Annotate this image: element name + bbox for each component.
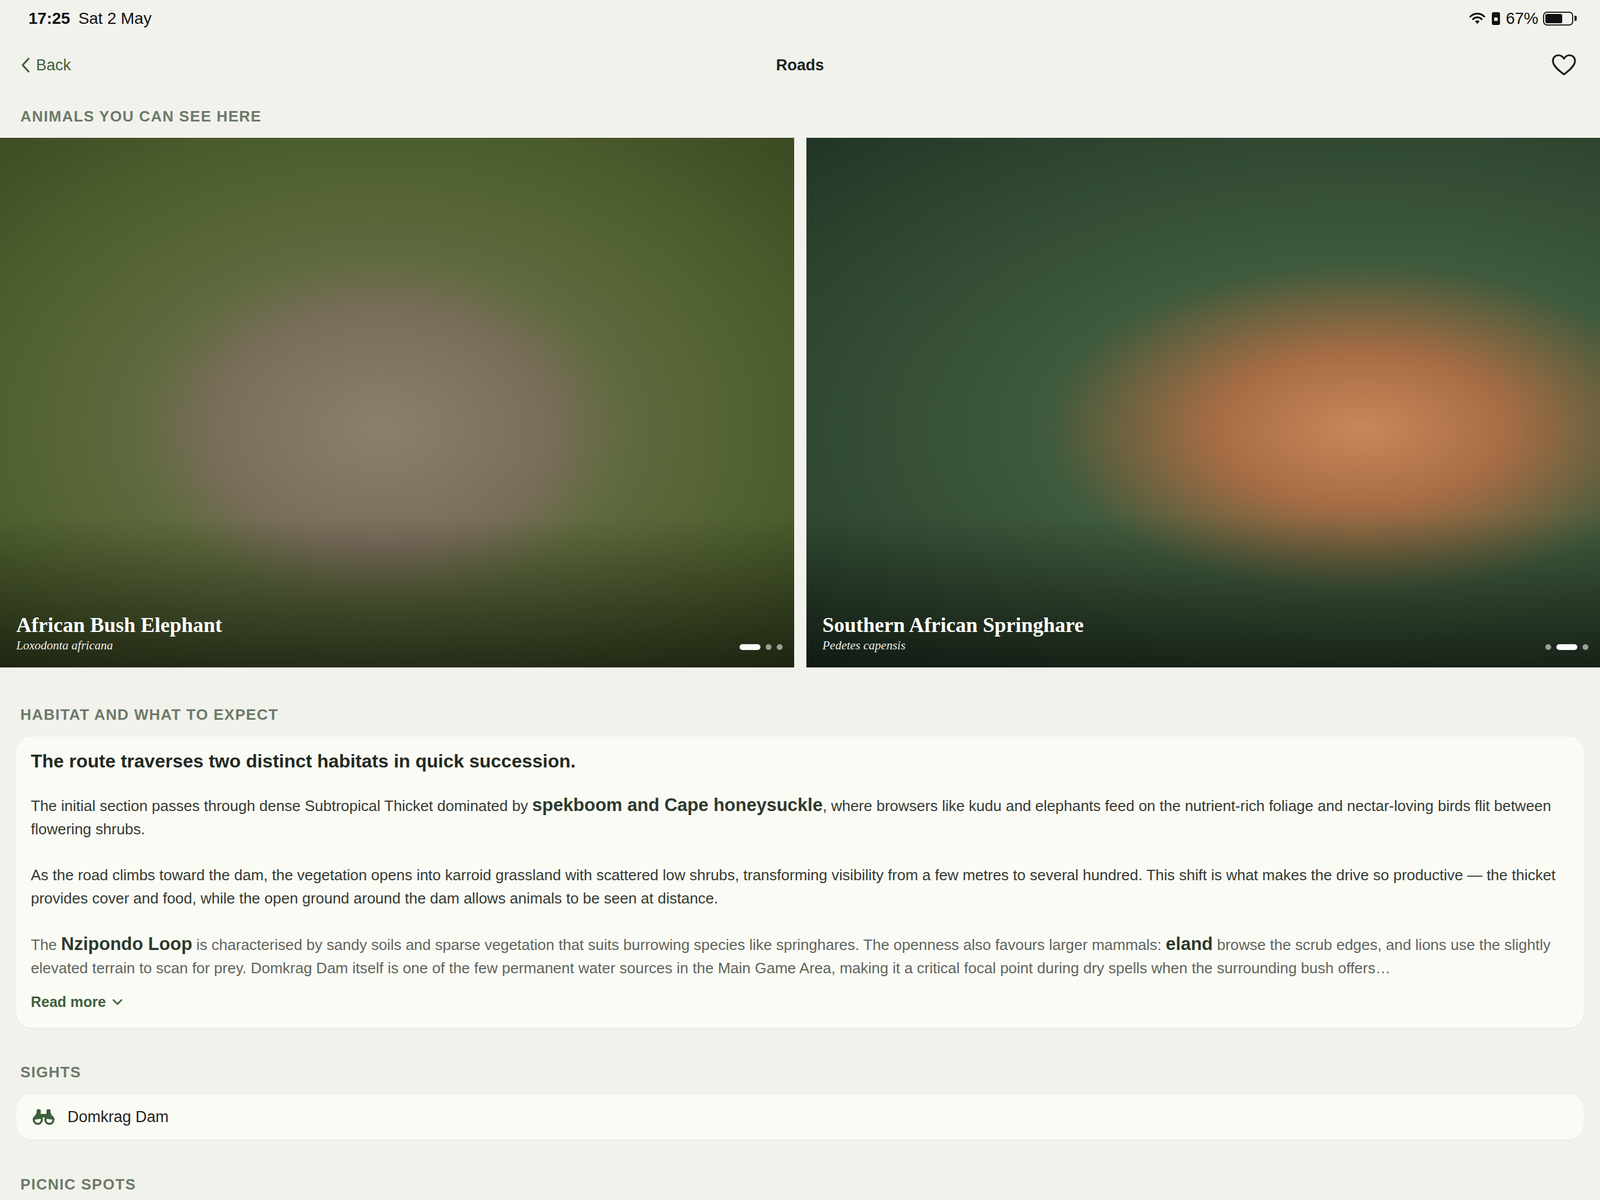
- animal-caption: Southern African SpringharePedetes capen…: [822, 613, 1084, 654]
- animal-name: African Bush Elephant: [16, 613, 223, 638]
- paragraph-text: The: [30, 936, 62, 954]
- page-dots: [1545, 644, 1589, 650]
- section-header: HABITAT AND WHAT TO EXPECT: [0, 667, 1600, 737]
- orientation-lock-icon: [1490, 11, 1502, 26]
- paragraph-text: spekboom and Cape honeysuckle: [531, 794, 823, 816]
- habitat-paragraph: The initial section passes through dense…: [30, 793, 1568, 841]
- page-dot[interactable]: [1582, 644, 1589, 650]
- sight-row[interactable]: Domkrag Dam: [16, 1094, 1584, 1140]
- battery-percent: 67%: [1505, 6, 1539, 31]
- animal-latin-name: Loxodonta africana: [16, 637, 223, 654]
- wifi-icon: [1468, 11, 1487, 26]
- paragraph-text: is characterised by sandy soils and spar…: [192, 936, 1166, 954]
- paragraph-text: eland: [1165, 933, 1213, 955]
- page-dot[interactable]: [776, 644, 783, 650]
- page-title: Roads: [776, 53, 825, 78]
- back-label[interactable]: Back: [36, 53, 71, 78]
- nav-bar: Back Roads: [0, 36, 1600, 94]
- page-dots: [739, 644, 783, 650]
- page-dot[interactable]: [1545, 644, 1552, 650]
- read-more-button[interactable]: Read more: [30, 991, 1568, 1014]
- back-button[interactable]: Back: [20, 53, 71, 78]
- habitat-paragraph: The Nzipondo Loop is characterised by sa…: [30, 932, 1568, 980]
- page-dot[interactable]: [739, 644, 761, 650]
- favorite-button[interactable]: [1551, 53, 1577, 77]
- binoculars-icon: [32, 1108, 55, 1126]
- battery-fill: [1545, 13, 1563, 24]
- status-right: 67%: [1468, 6, 1577, 31]
- battery-track: [1543, 11, 1574, 26]
- chevron-left-icon: [20, 56, 31, 74]
- paragraph-text: The initial section passes through dense…: [30, 797, 532, 815]
- status-date: Sat 2 May: [78, 6, 152, 31]
- paragraph-text: Nzipondo Loop: [61, 933, 193, 955]
- status-time: 17:25: [28, 6, 71, 31]
- section-header: ANIMALS YOU CAN SEE HERE: [0, 93, 1600, 138]
- page-dot[interactable]: [765, 644, 772, 650]
- sight-label[interactable]: Domkrag Dam: [67, 1105, 169, 1130]
- chevron-down-icon: [111, 997, 124, 1006]
- animal-latin-name: Pedetes capensis: [822, 637, 1084, 654]
- habitat-paragraph: As the road climbs toward the dam, the v…: [30, 863, 1568, 910]
- heart-icon: [1551, 53, 1577, 77]
- animal-caption: African Bush ElephantLoxodonta africana: [16, 613, 223, 654]
- section-header: SIGHTS: [0, 1027, 1600, 1095]
- battery-icon: [1543, 11, 1577, 26]
- habitat-card: The route traverses two distinct habitat…: [16, 736, 1584, 1028]
- paragraph-text: As the road climbs toward the dam, the v…: [30, 866, 1556, 907]
- animal-name: Southern African Springhare: [822, 613, 1084, 638]
- page-dot[interactable]: [1556, 644, 1578, 650]
- habitat-title: The route traverses two distinct habitat…: [30, 749, 1568, 774]
- animal-card[interactable]: Southern African SpringharePedetes capen…: [806, 137, 1600, 668]
- animal-card[interactable]: African Bush ElephantLoxodonta africana: [0, 137, 795, 668]
- status-bar: 17:25 Sat 2 May 67%: [0, 0, 1600, 37]
- section-header: PICNIC SPOTS: [0, 1139, 1600, 1194]
- read-more-label[interactable]: Read more: [30, 991, 106, 1014]
- battery-tip: [1574, 15, 1577, 21]
- animal-carousel[interactable]: African Bush ElephantLoxodonta africana S…: [0, 137, 1600, 668]
- status-left: 17:25 Sat 2 May: [28, 6, 152, 31]
